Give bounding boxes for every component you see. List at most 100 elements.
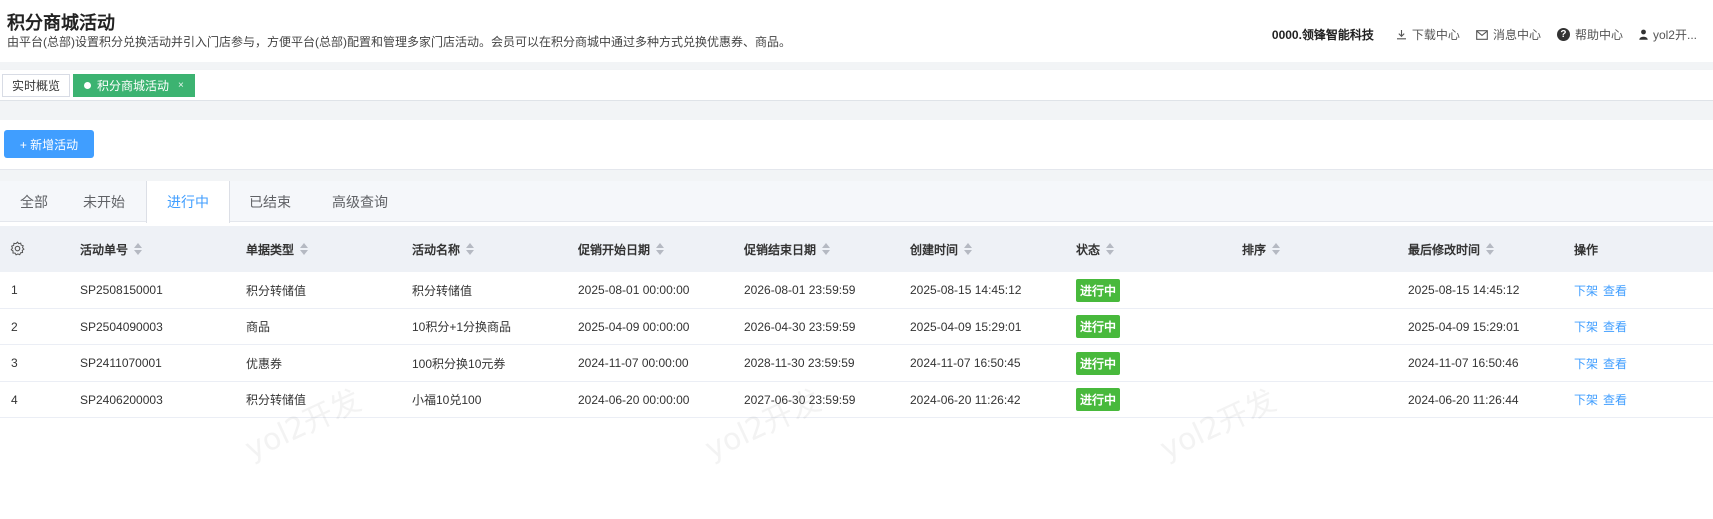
column-header-status[interactable]: 状态 <box>1076 226 1115 272</box>
take-down-link[interactable]: 下架 <box>1574 391 1598 408</box>
column-header-start-date[interactable]: 促销开始日期 <box>578 226 665 272</box>
cell-doc-type: 优惠券 <box>246 356 283 371</box>
cell-activity-name: 小福10兑100 <box>412 393 482 407</box>
separator <box>0 62 1713 70</box>
separator <box>0 170 1713 181</box>
cell-end-date: 2026-04-30 23:59:59 <box>744 319 856 334</box>
company-name[interactable]: 0000.领锋智能科技 <box>1272 26 1374 43</box>
cell-modified-time: 2025-04-09 15:29:01 <box>1408 319 1520 334</box>
take-down-link[interactable]: 下架 <box>1574 282 1598 299</box>
cell-start-date: 2024-06-20 00:00:00 <box>578 392 690 407</box>
sort-icon[interactable] <box>1486 243 1495 255</box>
cell-doc-type: 积分转储值 <box>246 393 307 407</box>
status-badge-cell: 进行中 <box>1076 309 1121 345</box>
cell-modified-time: 2024-11-07 16:50:46 <box>1408 356 1519 370</box>
row-number: 2 <box>11 319 18 334</box>
cell-activity-id: SP2504090003 <box>80 319 163 334</box>
page-title: 积分商城活动 <box>7 13 115 33</box>
table-row[interactable]: 3 SP2411070001 优惠券 100积分换10元券 2024-11-07… <box>0 345 1713 382</box>
page-header: 积分商城活动 由平台(总部)设置积分兑换活动并引入门店参与，方便平台(总部)配置… <box>0 0 1713 62</box>
cell-actions: 下架 查看 <box>1574 309 1632 345</box>
user-icon <box>1639 29 1648 40</box>
help-center-label: 帮助中心 <box>1574 28 1623 42</box>
sort-icon[interactable] <box>1272 243 1281 255</box>
sort-icon[interactable] <box>656 243 665 255</box>
gear-icon[interactable] <box>10 241 25 261</box>
message-center-link[interactable]: 消息中心 <box>1476 26 1541 43</box>
envelope-icon <box>1476 29 1488 40</box>
sort-icon[interactable] <box>300 243 309 255</box>
add-activity-button[interactable]: + 新增活动 <box>4 130 94 158</box>
question-icon: ? <box>1556 28 1570 41</box>
cell-start-date: 2025-08-01 00:00:00 <box>578 283 690 297</box>
row-number: 3 <box>11 356 18 370</box>
status-badge-cell: 进行中 <box>1076 345 1121 381</box>
view-link[interactable]: 查看 <box>1603 355 1627 372</box>
sort-icon[interactable] <box>466 243 475 255</box>
sort-icon[interactable] <box>964 243 973 255</box>
row-number: 4 <box>11 392 18 407</box>
table-row[interactable]: 2 SP2504090003 商品 10积分+1分换商品 2025-04-09 … <box>0 308 1713 345</box>
status-badge: 进行中 <box>1076 278 1121 302</box>
download-icon <box>1396 29 1407 40</box>
status-badge-cell: 进行中 <box>1076 382 1121 418</box>
cell-activity-id: SP2406200003 <box>80 392 163 407</box>
tab-not-started[interactable]: 未开始 <box>63 181 145 222</box>
column-header-activity-name[interactable]: 活动名称 <box>412 226 475 272</box>
take-down-link[interactable]: 下架 <box>1574 355 1598 372</box>
status-tabs: 全部 未开始 进行中 已结束 高级查询 <box>0 181 1713 223</box>
sort-icon[interactable] <box>1106 243 1115 255</box>
status-badge-cell: 进行中 <box>1076 272 1121 308</box>
tab-ended[interactable]: 已结束 <box>229 181 311 222</box>
cell-modified-time: 2024-06-20 11:26:44 <box>1408 392 1519 407</box>
tab-advanced-search[interactable]: 高级查询 <box>312 181 408 222</box>
tag-current-label: 积分商城活动 <box>97 79 170 93</box>
separator <box>0 101 1713 120</box>
tags-view-bar: 实时概览 积分商城活动 × <box>0 70 1713 101</box>
tag-overview[interactable]: 实时概览 <box>2 74 71 97</box>
column-header-end-date[interactable]: 促销结束日期 <box>744 226 831 272</box>
view-link[interactable]: 查看 <box>1603 282 1627 299</box>
column-header-modified-time[interactable]: 最后修改时间 <box>1408 226 1495 272</box>
column-header-activity-id[interactable]: 活动单号 <box>80 226 143 272</box>
cell-created-time: 2024-06-20 11:26:42 <box>910 392 1021 407</box>
status-badge: 进行中 <box>1076 388 1121 411</box>
view-link[interactable]: 查看 <box>1603 391 1627 408</box>
activity-table: 活动单号 单据类型 活动名称 促销开始日期 促销结束日期 创建时间 状态 排序 … <box>0 226 1713 418</box>
sort-icon[interactable] <box>822 243 831 255</box>
cell-actions: 下架 查看 <box>1574 382 1632 418</box>
cell-doc-type: 商品 <box>246 320 271 334</box>
column-header-created-time[interactable]: 创建时间 <box>910 226 973 272</box>
cell-end-date: 2026-08-01 23:59:59 <box>744 283 856 297</box>
download-center-label: 下载中心 <box>1411 28 1460 42</box>
action-bar: + 新增活动 <box>0 120 1713 170</box>
view-link[interactable]: 查看 <box>1603 318 1627 335</box>
column-header-sort-order[interactable]: 排序 <box>1242 226 1281 272</box>
tag-points-mall-activity[interactable]: 积分商城活动 × <box>73 74 195 97</box>
take-down-link[interactable]: 下架 <box>1574 318 1598 335</box>
status-badge: 进行中 <box>1076 351 1121 375</box>
active-dot-icon <box>84 82 91 89</box>
cell-end-date: 2027-06-30 23:59:59 <box>744 392 856 407</box>
table-header: 活动单号 单据类型 活动名称 促销开始日期 促销结束日期 创建时间 状态 排序 … <box>0 226 1713 272</box>
cell-end-date: 2028-11-30 23:59:59 <box>744 356 855 370</box>
tab-all[interactable]: 全部 <box>0 181 68 222</box>
help-center-link[interactable]: ? 帮助中心 <box>1556 26 1623 43</box>
header-toolbar: 0000.领锋智能科技 下载中心 消息中心 ? 帮助中心 yol2开... <box>1272 26 1697 43</box>
user-menu[interactable]: yol2开... <box>1639 26 1697 43</box>
table-row[interactable]: 4 SP2406200003 积分转储值 小福10兑100 2024-06-20… <box>0 381 1713 418</box>
cell-start-date: 2025-04-09 00:00:00 <box>578 319 690 334</box>
table-row[interactable]: 1 SP2508150001 积分转储值 积分转储值 2025-08-01 00… <box>0 272 1713 309</box>
column-header-doc-type[interactable]: 单据类型 <box>246 226 309 272</box>
download-center-link[interactable]: 下载中心 <box>1396 26 1460 43</box>
sort-icon[interactable] <box>134 243 143 255</box>
cell-doc-type: 积分转储值 <box>246 283 307 298</box>
cell-start-date: 2024-11-07 00:00:00 <box>578 356 689 370</box>
user-name: yol2开... <box>1652 28 1697 42</box>
cell-created-time: 2025-08-15 14:45:12 <box>910 283 1022 297</box>
close-icon[interactable]: × <box>178 80 184 91</box>
tab-in-progress[interactable]: 进行中 <box>146 181 230 223</box>
cell-activity-id: SP2508150001 <box>80 283 163 297</box>
cell-activity-name: 积分转储值 <box>412 283 473 298</box>
page-description: 由平台(总部)设置积分兑换活动并引入门店参与，方便平台(总部)配置和管理多家门店… <box>7 35 791 49</box>
